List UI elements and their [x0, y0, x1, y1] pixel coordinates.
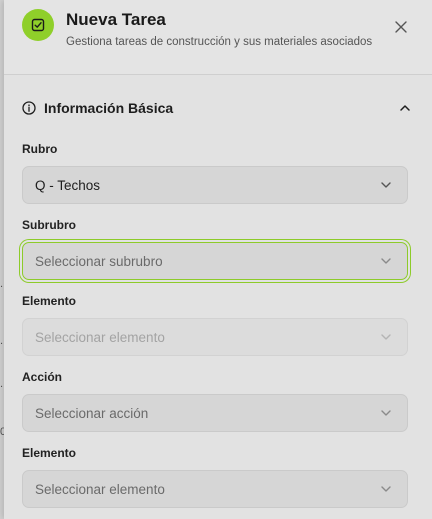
elemento-2-label: Elemento: [22, 446, 77, 460]
background-text: .: [0, 335, 4, 347]
elemento-placeholder: Seleccionar elemento: [35, 329, 165, 345]
accion-select[interactable]: Seleccionar acción: [22, 394, 408, 432]
info-icon: [22, 101, 36, 115]
section-header-basic-info[interactable]: Información Básica: [22, 99, 412, 117]
rubro-select[interactable]: Q - Techos: [22, 166, 408, 204]
background-text: .: [0, 378, 4, 390]
page-subtitle: Gestiona tareas de construcción y sus ma…: [66, 36, 373, 48]
subrubro-placeholder: Seleccionar subrubro: [35, 253, 163, 269]
chevron-down-icon: [381, 486, 391, 492]
new-task-panel: Nueva Tarea Gestiona tareas de construcc…: [4, 0, 432, 519]
elemento-label: Elemento: [22, 294, 77, 308]
accion-placeholder: Seleccionar acción: [35, 405, 149, 421]
chevron-down-icon: [381, 182, 391, 188]
panel-header: Nueva Tarea Gestiona tareas de construcc…: [4, 0, 432, 75]
page-title: Nueva Tarea: [66, 10, 166, 29]
checkbox-icon: [22, 9, 54, 41]
chevron-up-icon[interactable]: [398, 101, 412, 115]
subrubro-select[interactable]: Seleccionar subrubro: [22, 242, 408, 280]
background-text: .: [0, 278, 4, 290]
chevron-down-icon: [381, 258, 391, 264]
close-button[interactable]: [392, 18, 410, 36]
subrubro-label: Subrubro: [22, 218, 76, 232]
elemento-select[interactable]: Seleccionar elemento: [22, 318, 408, 356]
elemento-2-select[interactable]: Seleccionar elemento: [22, 470, 408, 508]
rubro-label: Rubro: [22, 142, 58, 156]
chevron-down-icon: [381, 410, 391, 416]
rubro-value: Q - Techos: [35, 177, 101, 193]
close-icon: [395, 21, 407, 33]
elemento-2-placeholder: Seleccionar elemento: [35, 481, 165, 497]
chevron-down-icon: [381, 334, 391, 340]
accion-label: Acción: [22, 370, 63, 384]
section-title: Información Básica: [44, 100, 174, 116]
